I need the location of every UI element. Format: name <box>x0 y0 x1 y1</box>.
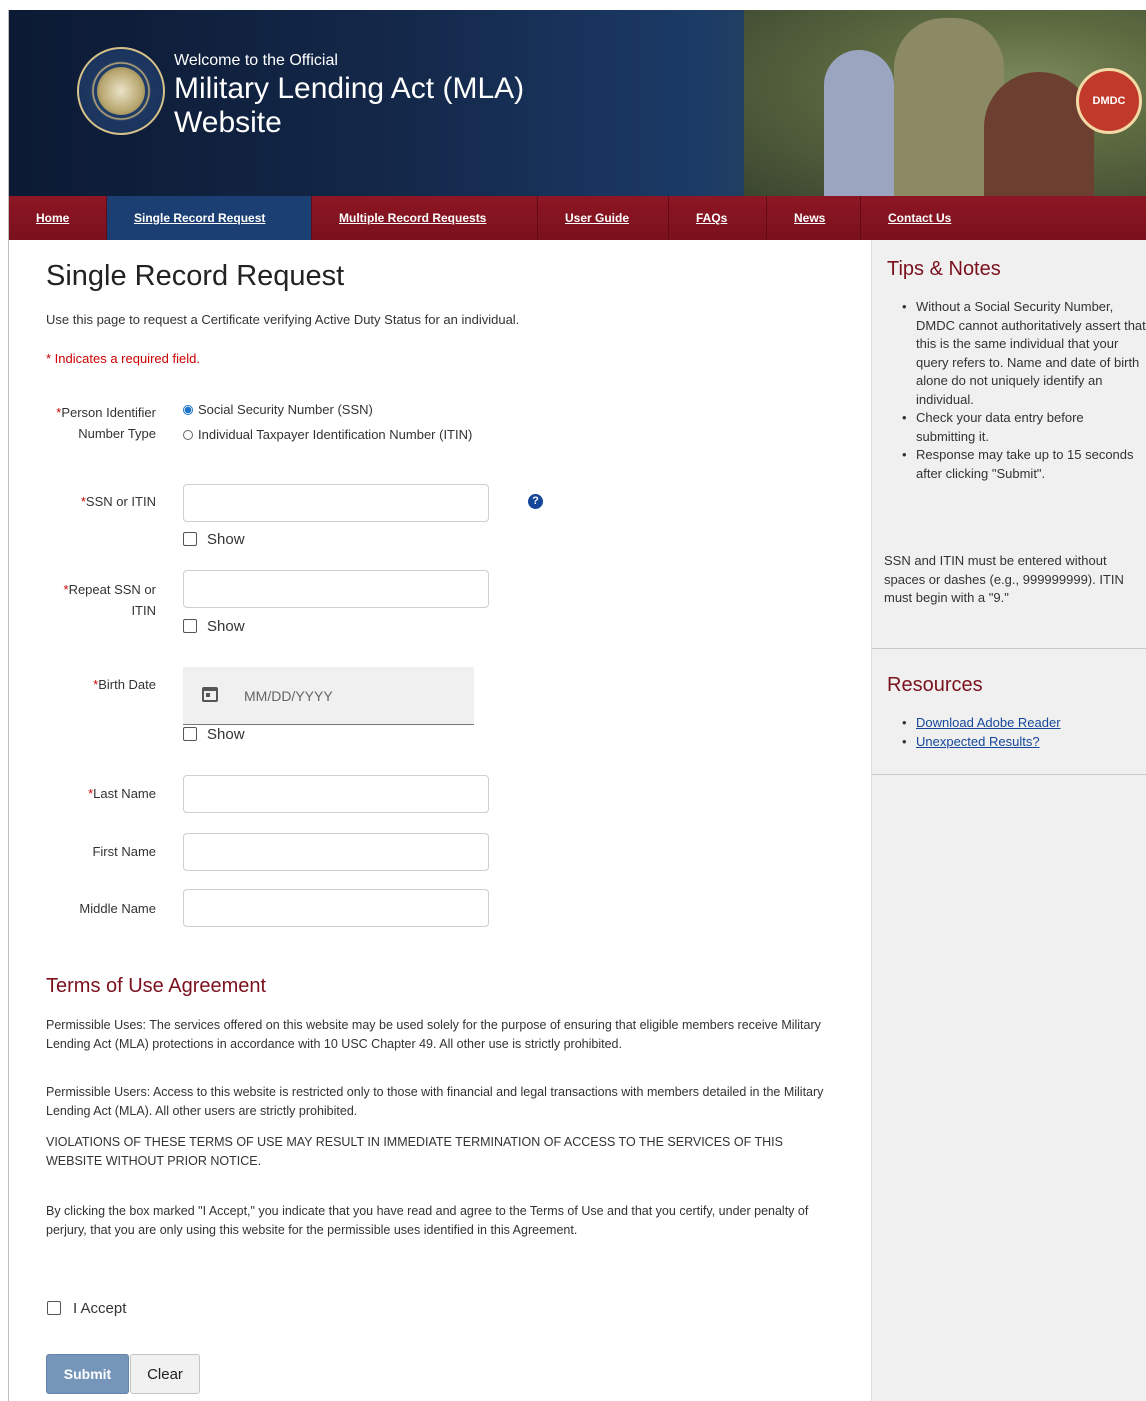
dmdc-logo: DMDC <box>1076 68 1142 134</box>
help-icon[interactable]: ? <box>528 494 543 509</box>
sidebar-divider <box>872 774 1146 775</box>
tips-list: Without a Social Security Number, DMDC c… <box>902 298 1146 483</box>
terms-violations: VIOLATIONS OF THESE TERMS OF USE MAY RES… <box>46 1135 783 1168</box>
birth-date-placeholder: MM/DD/YYYY <box>244 688 333 704</box>
unexpected-results-link[interactable]: Unexpected Results? <box>916 734 1040 749</box>
first-name-input[interactable] <box>183 833 489 871</box>
ssn-format-note: SSN and ITIN must be entered without spa… <box>884 553 1124 605</box>
nav-home[interactable]: Home <box>9 196 107 240</box>
terms-accept-statement: By clicking the box marked "I Accept," y… <box>46 1204 809 1237</box>
accept-toggle[interactable]: I Accept <box>47 1300 126 1318</box>
nav-single-record-request[interactable]: Single Record Request <box>107 196 312 240</box>
terms-uses: Permissible Uses: The services offered o… <box>46 1018 821 1051</box>
download-adobe-reader-link[interactable]: Download Adobe Reader <box>916 715 1061 730</box>
page-frame: Welcome to the Official Military Lending… <box>8 10 1146 1401</box>
welcome-text: Welcome to the Official <box>174 52 338 69</box>
resources-title: Resources <box>887 674 983 696</box>
clear-button[interactable]: Clear <box>130 1354 200 1394</box>
tip-item: Check your data entry before submitting … <box>902 409 1146 446</box>
first-name-label: First Name <box>92 844 156 859</box>
id-type-label: *Person Identifier Number Type <box>56 405 156 441</box>
site-header: Welcome to the Official Military Lending… <box>9 10 1146 196</box>
nav-contact-us[interactable]: Contact Us <box>861 196 991 240</box>
site-title: Military Lending Act (MLA) Website <box>174 72 525 139</box>
last-name-input[interactable] <box>183 775 489 813</box>
ssn-show-checkbox[interactable] <box>183 532 197 546</box>
resource-item: Unexpected Results? <box>902 733 1146 752</box>
terms-title: Terms of Use Agreement <box>46 975 267 997</box>
last-name-label: *Last Name <box>88 786 156 801</box>
radio-itin[interactable]: Individual Taxpayer Identification Numbe… <box>183 425 503 445</box>
ssn-input[interactable] <box>183 484 489 522</box>
birth-date-input[interactable]: MM/DD/YYYY <box>183 667 474 725</box>
radio-ssn[interactable]: Social Security Number (SSN) <box>183 400 503 420</box>
repeat-ssn-input[interactable] <box>183 570 489 608</box>
ssn-show-toggle[interactable]: Show <box>183 531 245 549</box>
terms-users: Permissible Users: Access to this websit… <box>46 1085 824 1118</box>
tips-title: Tips & Notes <box>887 258 1001 280</box>
middle-name-label: Middle Name <box>79 901 156 916</box>
page-title: Single Record Request <box>46 260 345 292</box>
sidebar: Tips & Notes Without a Social Security N… <box>871 240 1146 1401</box>
nav-multiple-record-requests[interactable]: Multiple Record Requests <box>312 196 538 240</box>
birth-date-show-toggle[interactable]: Show <box>183 726 245 744</box>
repeat-ssn-label: *Repeat SSN or ITIN <box>63 582 157 618</box>
middle-name-input[interactable] <box>183 889 489 927</box>
tip-item: Response may take up to 15 seconds after… <box>902 446 1146 483</box>
tip-item: Without a Social Security Number, DMDC c… <box>902 298 1146 409</box>
ssn-label: *SSN or ITIN <box>80 494 156 509</box>
radio-ssn-control[interactable] <box>183 405 193 415</box>
resource-item: Download Adobe Reader <box>902 714 1146 733</box>
submit-button[interactable]: Submit <box>46 1354 129 1394</box>
main-nav: Home Single Record Request Multiple Reco… <box>9 196 1146 240</box>
accept-checkbox[interactable] <box>47 1301 61 1315</box>
required-note: * Indicates a required field. <box>46 351 200 366</box>
calendar-icon[interactable] <box>202 687 218 702</box>
repeat-ssn-show-checkbox[interactable] <box>183 619 197 633</box>
intro-text: Use this page to request a Certificate v… <box>46 312 520 327</box>
birth-date-label: *Birth Date <box>93 677 156 692</box>
nav-faqs[interactable]: FAQs <box>669 196 767 240</box>
nav-user-guide[interactable]: User Guide <box>538 196 669 240</box>
resources-list: Download Adobe Reader Unexpected Results… <box>902 714 1146 752</box>
sidebar-divider <box>872 648 1146 649</box>
nav-news[interactable]: News <box>767 196 861 240</box>
radio-itin-control[interactable] <box>183 430 193 440</box>
birth-date-show-checkbox[interactable] <box>183 727 197 741</box>
repeat-ssn-show-toggle[interactable]: Show <box>183 618 245 636</box>
dod-seal-logo <box>77 47 165 135</box>
